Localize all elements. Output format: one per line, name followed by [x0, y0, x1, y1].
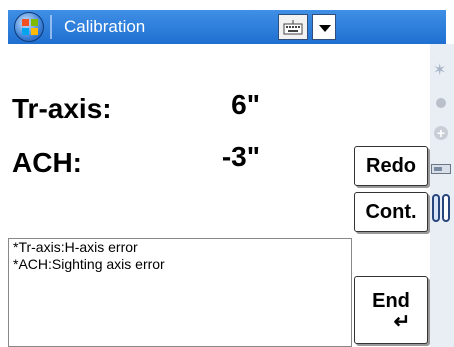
ach-value: -3" [221, 141, 260, 172]
enter-icon: ↵ [393, 310, 411, 333]
pill-icon[interactable] [432, 194, 440, 222]
end-button-label: End [372, 289, 410, 312]
dot-icon[interactable] [436, 98, 446, 108]
note-line: *Tr-axis:H-axis error [13, 239, 138, 255]
note-line: *ACH:Sighting axis error [13, 256, 165, 272]
cont-button[interactable]: Cont. [354, 192, 428, 232]
tr-axis-label: Tr-axis: [12, 93, 112, 124]
ach-label: ACH: [12, 147, 82, 178]
pill-icon[interactable] [442, 194, 450, 222]
window-title: Calibration [64, 17, 146, 36]
keyboard-icon[interactable] [278, 14, 308, 40]
notes-panel: *Tr-axis:H-axis error *ACH:Sighting axis… [8, 238, 352, 347]
star-icon[interactable]: ✶ [433, 60, 446, 80]
right-icon-strip: ✶ + [430, 44, 454, 347]
end-button[interactable]: End ↵ [354, 276, 428, 344]
battery-icon [431, 164, 451, 174]
plus-icon[interactable]: + [434, 126, 448, 140]
redo-button[interactable]: Redo [354, 146, 428, 186]
windows-flag-icon[interactable] [14, 12, 44, 42]
chevron-down-icon[interactable] [312, 14, 336, 40]
title-bar: Calibration [8, 10, 446, 44]
title-separator [50, 15, 52, 39]
tr-axis-value: 6" [231, 89, 260, 120]
